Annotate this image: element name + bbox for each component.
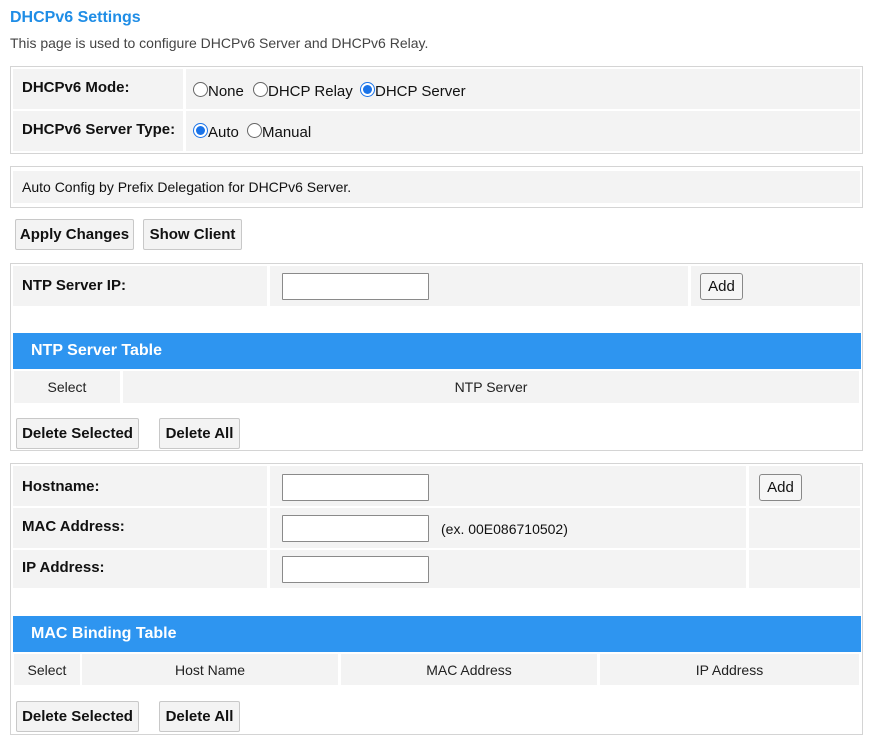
page-title: DHCPv6 Settings [10,9,141,26]
binding-col-mac: MAC Address [341,654,597,685]
ntp-col-select: Select [14,371,120,403]
ip-empty-cell [749,550,860,588]
apply-changes-button[interactable]: Apply Changes [15,219,134,250]
ntp-col-server: NTP Server [123,371,859,403]
mode-server-label: DHCP Server [375,83,466,100]
mac-empty-cell [749,508,860,548]
server-type-manual-radio[interactable] [247,123,262,138]
binding-delete-selected-button[interactable]: Delete Selected [16,701,139,732]
mode-none-radio[interactable] [193,82,208,97]
hostname-input[interactable] [282,474,429,501]
mac-binding-panel: Hostname: Add MAC Address: (ex. 00E08671… [10,463,863,735]
binding-add-button[interactable]: Add [759,474,802,501]
ntp-table-header: NTP Server Table [13,333,861,369]
binding-delete-all-button[interactable]: Delete All [159,701,240,732]
mode-server-radio[interactable] [360,82,375,97]
mode-relay-label: DHCP Relay [268,83,353,100]
mode-none-label: None [208,83,244,100]
ntp-label: NTP Server IP: [22,277,126,294]
show-client-button[interactable]: Show Client [143,219,242,250]
binding-col-ip: IP Address [600,654,859,685]
server-type-auto-label: Auto [208,124,239,141]
ntp-delete-all-button[interactable]: Delete All [159,418,240,449]
ip-address-label: IP Address: [22,559,105,576]
binding-col-select: Select [14,654,80,685]
mode-relay-radio[interactable] [253,82,268,97]
mac-address-hint: (ex. 00E086710502) [441,521,568,537]
binding-col-hostname: Host Name [82,654,338,685]
mode-settings-panel: DHCPv6 Mode: None DHCP Relay DHCP Server… [10,66,863,154]
page-description: This page is used to configure DHCPv6 Se… [10,35,429,51]
ntp-server-ip-input[interactable] [282,273,429,300]
server-type-auto-radio[interactable] [193,123,208,138]
info-panel: Auto Config by Prefix Delegation for DHC… [10,166,863,208]
mode-label: DHCPv6 Mode: [22,79,130,96]
mac-address-label: MAC Address: [22,518,125,535]
mac-binding-table-header: MAC Binding Table [13,616,861,652]
info-text: Auto Config by Prefix Delegation for DHC… [22,179,352,195]
ntp-add-button[interactable]: Add [700,273,743,300]
hostname-label: Hostname: [22,478,100,495]
ntp-delete-selected-button[interactable]: Delete Selected [16,418,139,449]
ntp-table-title: NTP Server Table [31,342,163,359]
mac-binding-table-title: MAC Binding Table [31,625,177,642]
server-type-label: DHCPv6 Server Type: [22,121,176,138]
ip-address-input[interactable] [282,556,429,583]
mac-address-input[interactable] [282,515,429,542]
server-type-manual-label: Manual [262,124,312,141]
